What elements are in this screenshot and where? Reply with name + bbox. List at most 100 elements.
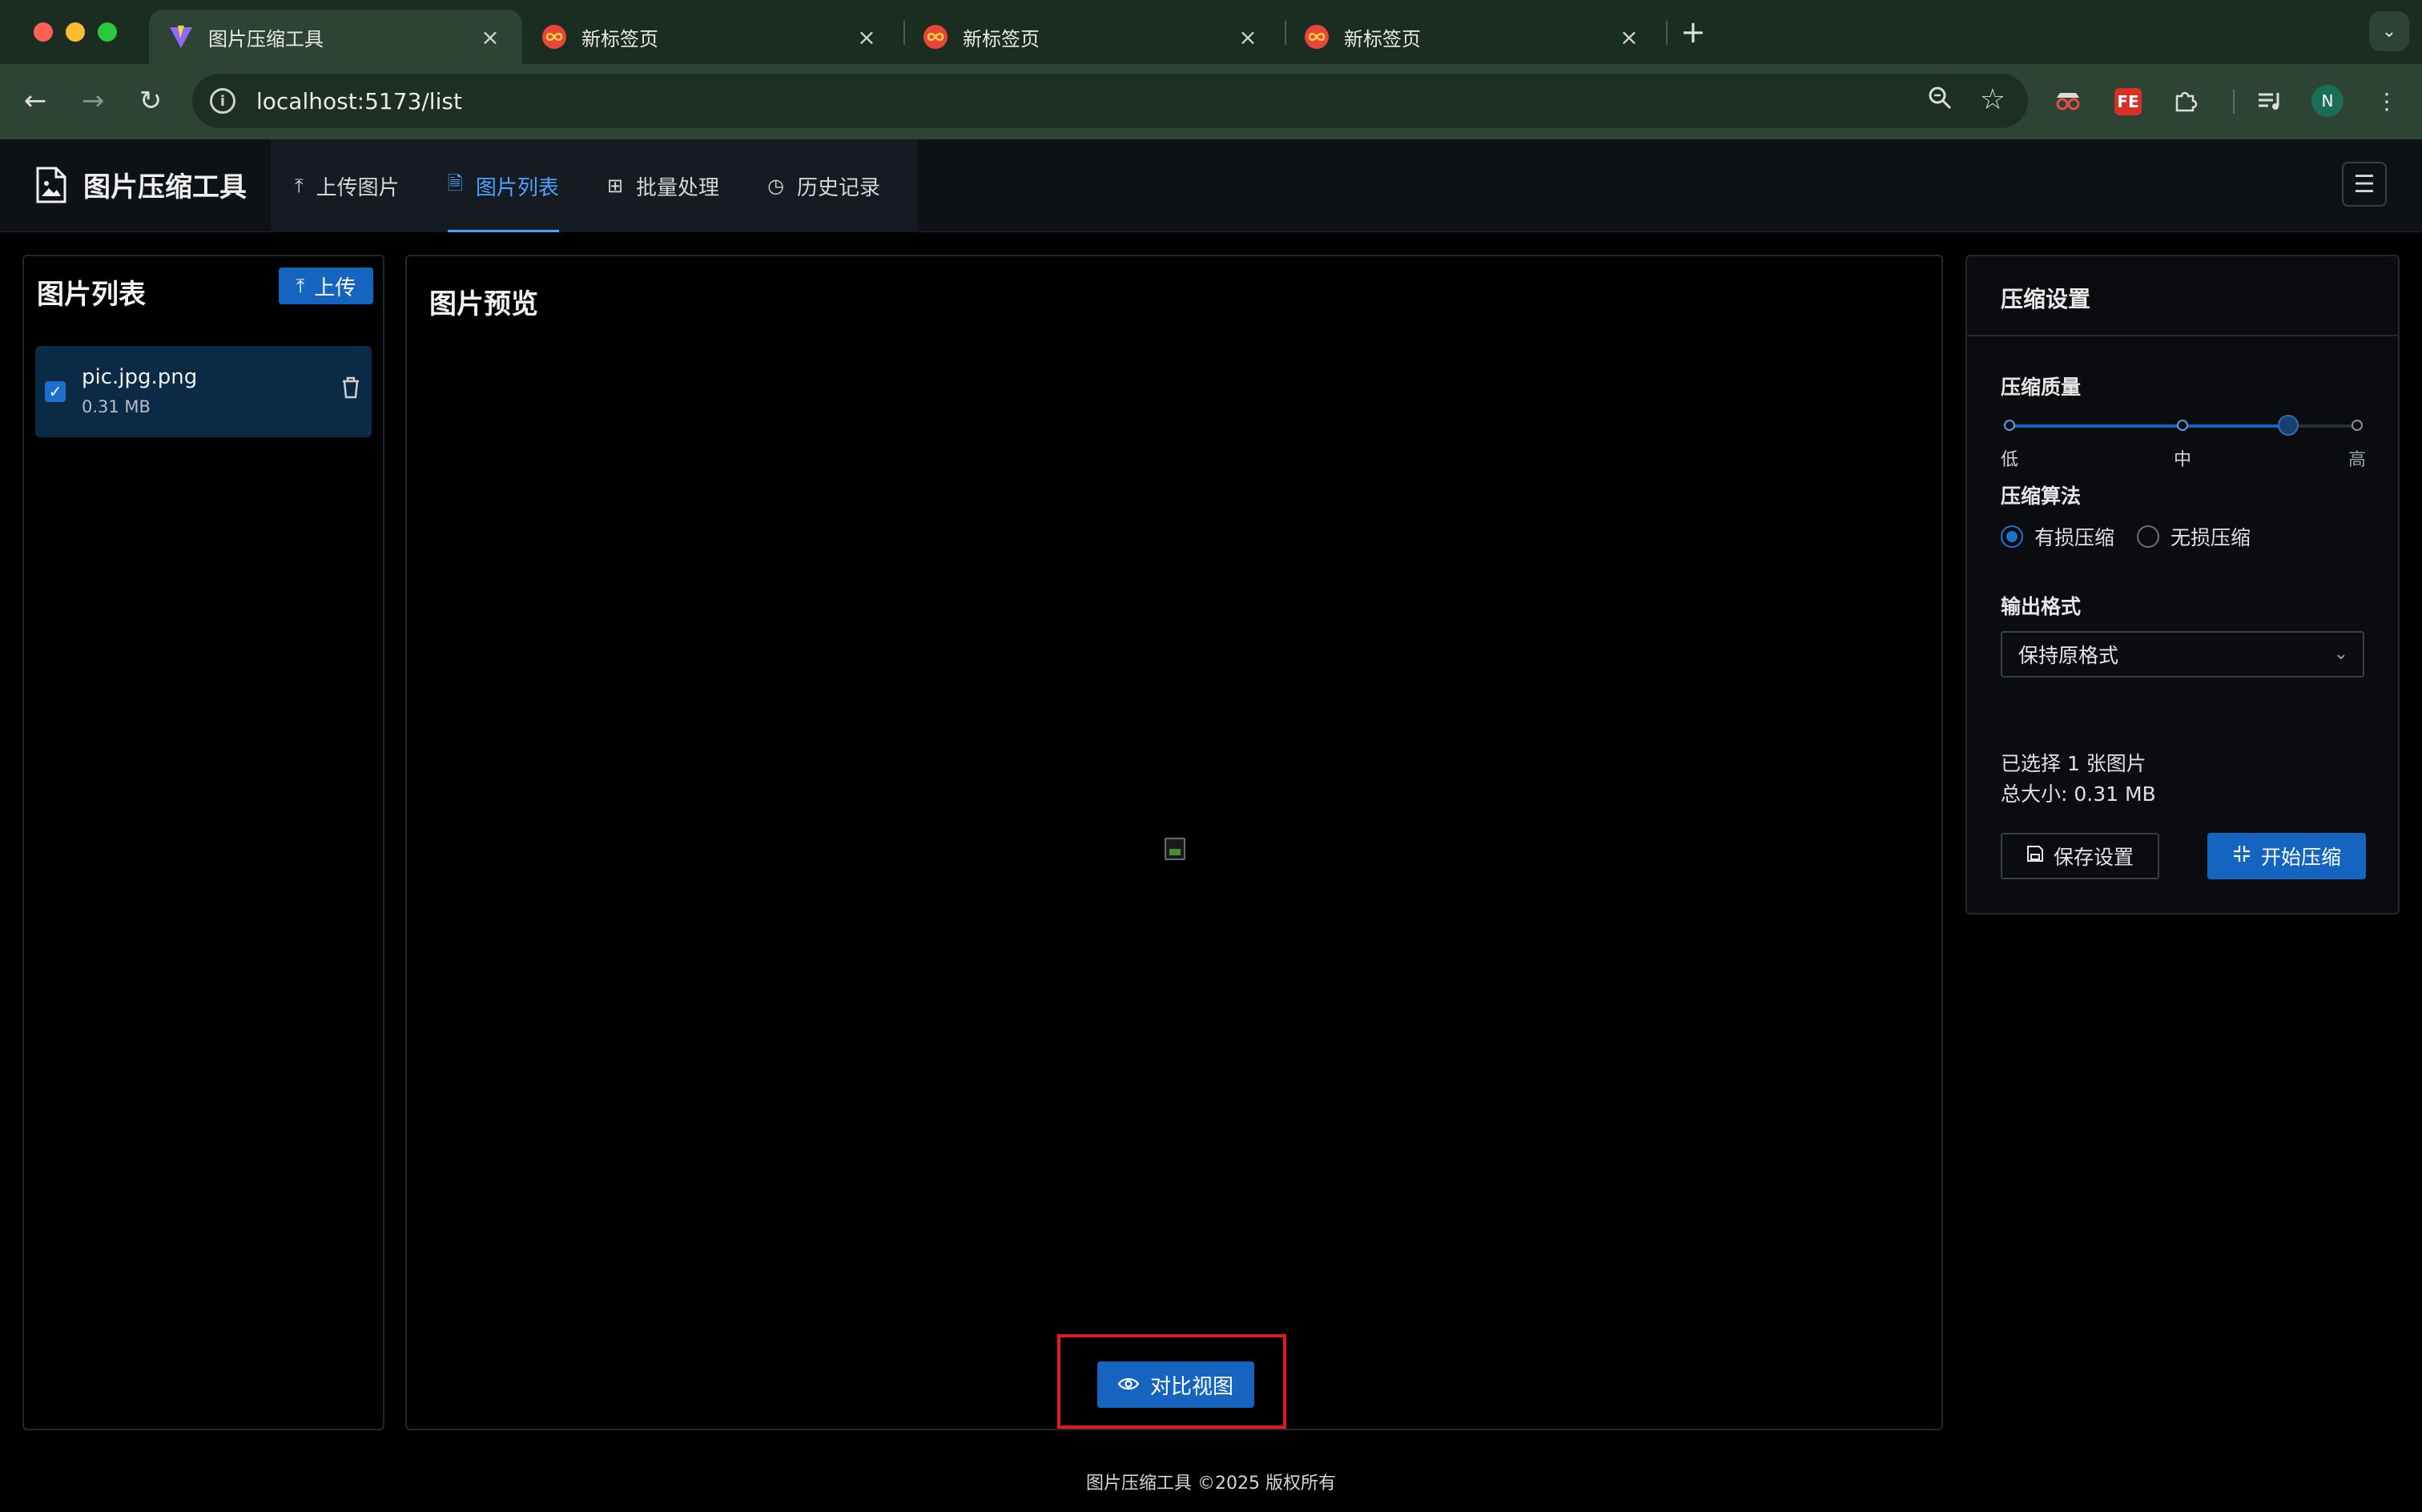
output-format-select[interactable]: 保持原格式 ⌄: [2001, 631, 2364, 678]
bookmark-star-icon[interactable]: ☆: [1980, 83, 2006, 116]
select-value: 保持原格式: [2018, 644, 2119, 667]
close-icon[interactable]: ×: [1616, 24, 1642, 50]
compare-view-button[interactable]: 对比视图: [1097, 1361, 1254, 1408]
broken-image-icon: [1165, 838, 1185, 860]
address-bar[interactable]: i localhost:5173/list ☆: [192, 74, 2028, 128]
browser-tab-newtab-2[interactable]: 新标签页 ×: [903, 10, 1280, 64]
spy-extension-icon[interactable]: [2050, 83, 2086, 119]
upload-icon: ⤒: [295, 175, 304, 197]
nav-item-batch[interactable]: ⊞ 批量处理: [583, 139, 743, 232]
quality-label: 压缩质量: [2001, 376, 2082, 399]
upload-button[interactable]: ⤒ 上传: [279, 267, 373, 304]
trash-icon: [343, 376, 359, 399]
nav-item-list[interactable]: 🗎 图片列表: [424, 139, 583, 232]
slider-mark-high: 高: [2348, 450, 2367, 470]
infinity-icon: [923, 25, 947, 49]
hamburger-icon: ☰: [2353, 170, 2376, 199]
brand[interactable]: 图片压缩工具: [35, 165, 247, 204]
zoom-icon[interactable]: [1927, 85, 1953, 117]
algorithm-radio-group: 有损压缩 无损压缩: [2001, 522, 2251, 551]
slider-mark-dot[interactable]: [2004, 420, 2015, 431]
close-icon[interactable]: ×: [477, 24, 503, 50]
save-settings-button[interactable]: 保存设置: [2001, 833, 2159, 879]
close-icon[interactable]: ×: [1235, 24, 1261, 50]
main-nav: ⤒ 上传图片 🗎 图片列表 ⊞ 批量处理 ◷ 历史记录: [271, 139, 918, 232]
tab-title: 新标签页: [963, 27, 1040, 50]
radio-label[interactable]: 有损压缩: [2034, 522, 2114, 551]
radio-label[interactable]: 无损压缩: [2171, 522, 2251, 551]
site-info-icon[interactable]: i: [210, 88, 235, 114]
nav-item-history[interactable]: ◷ 历史记录: [743, 139, 904, 232]
upload-label: 上传: [314, 275, 356, 300]
algorithm-label: 压缩算法: [2001, 485, 2082, 508]
footer: 图片压缩工具 ©2025 版权所有: [1086, 1474, 1336, 1494]
panel-title: 图片预览: [429, 288, 538, 320]
format-label: 输出格式: [2001, 595, 2082, 618]
save-label: 保存设置: [2053, 846, 2134, 869]
browser-tab-app[interactable]: 图片压缩工具 ×: [149, 10, 522, 64]
media-controls-icon[interactable]: [2252, 83, 2287, 119]
nav-item-upload[interactable]: ⤒ 上传图片: [271, 139, 424, 232]
file-size: 0.31 MB: [82, 397, 151, 416]
infinity-icon: [1305, 25, 1329, 49]
panel-title: 压缩设置: [2001, 286, 2091, 312]
browser-tab-bar: 图片压缩工具 × 新标签页 × 新标签页 × 新标签页 × + ⌄: [0, 0, 2422, 64]
divider: [1967, 335, 2398, 336]
nav-item-label: 历史记录: [797, 175, 881, 200]
nav-item-label: 上传图片: [316, 175, 400, 200]
selected-count: 已选择 1 张图片: [2001, 752, 2146, 775]
file-checkbox[interactable]: ✓: [45, 381, 66, 402]
save-icon: [2026, 845, 2044, 867]
slider-track-filled: [2009, 424, 2287, 428]
file-image-icon: 🗎: [447, 171, 463, 195]
nav-item-label: 批量处理: [636, 175, 720, 200]
tab-search-button[interactable]: ⌄: [2369, 11, 2409, 51]
file-name: pic.jpg.png: [82, 365, 198, 389]
tab-title: 新标签页: [1344, 27, 1421, 50]
grid-icon: ⊞: [606, 175, 624, 197]
window-close-button[interactable]: [34, 22, 53, 42]
profile-avatar[interactable]: N: [2311, 85, 2344, 117]
total-size: 总大小: 0.31 MB: [2001, 782, 2156, 806]
fe-extension-icon[interactable]: FE: [2114, 88, 2142, 115]
browser-tab-newtab-3[interactable]: 新标签页 ×: [1285, 10, 1661, 64]
slider-mark-mid: 中: [2174, 450, 2192, 470]
file-image-icon: [36, 167, 66, 203]
infinity-icon: [542, 25, 566, 49]
start-compress-button[interactable]: 开始压缩: [2207, 833, 2366, 879]
forward-button[interactable]: →: [72, 80, 114, 122]
delete-button[interactable]: [341, 376, 360, 404]
compression-settings-panel: 压缩设置 压缩质量 低 中 高 压缩算法 有损压缩 无损压缩 输出格式 保持原格…: [1965, 255, 2400, 915]
slider-mark-dot[interactable]: [2352, 420, 2363, 431]
toolbar-divider: [2233, 90, 2235, 114]
slider-mark-dot[interactable]: [2177, 420, 2188, 431]
browser-tab-newtab-1[interactable]: 新标签页 ×: [522, 10, 899, 64]
list-item[interactable]: ✓ pic.jpg.png 0.31 MB: [35, 346, 372, 437]
kebab-menu-icon[interactable]: ⋮: [2369, 83, 2404, 119]
new-tab-button[interactable]: +: [1680, 14, 1706, 50]
reload-button[interactable]: ↻: [130, 80, 171, 122]
slider-handle[interactable]: [2278, 415, 2299, 436]
clock-icon: ◷: [767, 175, 785, 197]
back-button[interactable]: ←: [14, 80, 56, 122]
chevron-down-icon: ⌄: [2333, 644, 2348, 664]
close-icon[interactable]: ×: [854, 24, 879, 50]
tab-title: 新标签页: [581, 27, 658, 50]
start-label: 开始压缩: [2260, 846, 2341, 869]
upload-icon: ⤒: [296, 275, 305, 297]
app-header: 图片压缩工具 ⤒ 上传图片 🗎 图片列表 ⊞ 批量处理 ◷ 历史记录 ☰: [0, 139, 2422, 232]
eye-icon: [1117, 1373, 1140, 1397]
check-icon: ✓: [48, 382, 62, 401]
image-list-panel: 图片列表 ⤒ 上传 ✓ pic.jpg.png 0.31 MB: [22, 255, 384, 1430]
extensions-puzzle-icon[interactable]: [2167, 83, 2203, 119]
image-preview-panel: 图片预览 对比视图: [405, 255, 1943, 1430]
radio-lossless[interactable]: [2137, 525, 2160, 548]
tab-separator: [1666, 21, 1668, 45]
panel-title: 图片列表: [37, 279, 146, 311]
radio-lossy[interactable]: [2001, 525, 2023, 548]
window-minimize-button[interactable]: [66, 22, 85, 42]
window-zoom-button[interactable]: [98, 22, 117, 42]
slider-mark-low: 低: [2001, 450, 2019, 470]
menu-button[interactable]: ☰: [2342, 162, 2387, 207]
url-text: localhost:5173/list: [256, 87, 462, 115]
